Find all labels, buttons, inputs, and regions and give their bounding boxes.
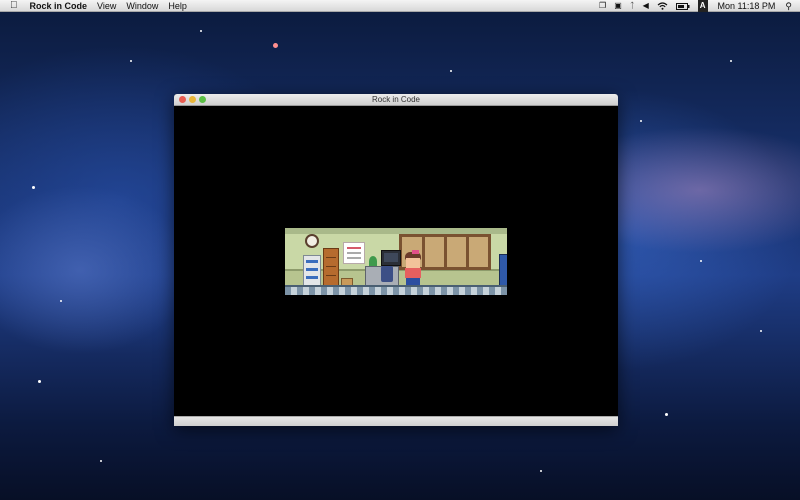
search-icon[interactable]: ⚲: [785, 0, 792, 12]
menu-view[interactable]: View: [97, 0, 116, 12]
menu-bar:  Rock in Code View Window Help ❐ ▣ ᛏ ◀ …: [0, 0, 800, 12]
menu-app-name[interactable]: Rock in Code: [30, 0, 88, 12]
game-viewport[interactable]: [174, 106, 618, 416]
cabinet-sprite: [323, 248, 339, 288]
star: [760, 330, 762, 332]
star: [32, 186, 35, 189]
star: [60, 300, 62, 302]
window-titlebar[interactable]: Rock in Code: [174, 94, 618, 106]
game-scene-office[interactable]: [285, 228, 507, 295]
wifi-icon[interactable]: [657, 2, 668, 10]
office-chair-sprite: [381, 266, 393, 282]
menu-clock[interactable]: Mon 11:18 PM: [718, 0, 776, 12]
star: [540, 470, 542, 472]
bluetooth-icon[interactable]: ᛏ: [630, 0, 635, 12]
window-title: Rock in Code: [371, 95, 421, 104]
display-icon[interactable]: ▣: [614, 0, 622, 12]
volume-icon[interactable]: ◀: [643, 0, 649, 12]
star: [730, 60, 732, 62]
apple-icon[interactable]: : [10, 0, 18, 12]
battery-icon[interactable]: [675, 2, 690, 10]
star: [700, 260, 702, 262]
player-character-sprite: [403, 250, 423, 286]
window-bottom-bar: [174, 416, 618, 426]
star: [640, 120, 642, 122]
window-switch-icon[interactable]: ❐: [599, 0, 606, 12]
menu-window[interactable]: Window: [126, 0, 158, 12]
star: [273, 43, 278, 48]
app-window: Rock in Code: [174, 94, 618, 426]
menu-help[interactable]: Help: [168, 0, 187, 12]
star: [38, 380, 41, 383]
star: [200, 30, 202, 32]
wall-clock-sprite: [305, 234, 319, 248]
input-source-icon[interactable]: A: [697, 0, 708, 12]
star: [130, 60, 132, 62]
plant-sprite: [369, 256, 377, 266]
poster-sprite: [343, 242, 365, 264]
vending-machine-sprite: [499, 254, 507, 288]
star: [665, 413, 668, 416]
bookshelf-sprite: [303, 255, 321, 287]
floor-tiles: [285, 285, 507, 295]
star: [100, 460, 102, 462]
computer-monitor-sprite: [381, 250, 401, 266]
star: [450, 70, 452, 72]
